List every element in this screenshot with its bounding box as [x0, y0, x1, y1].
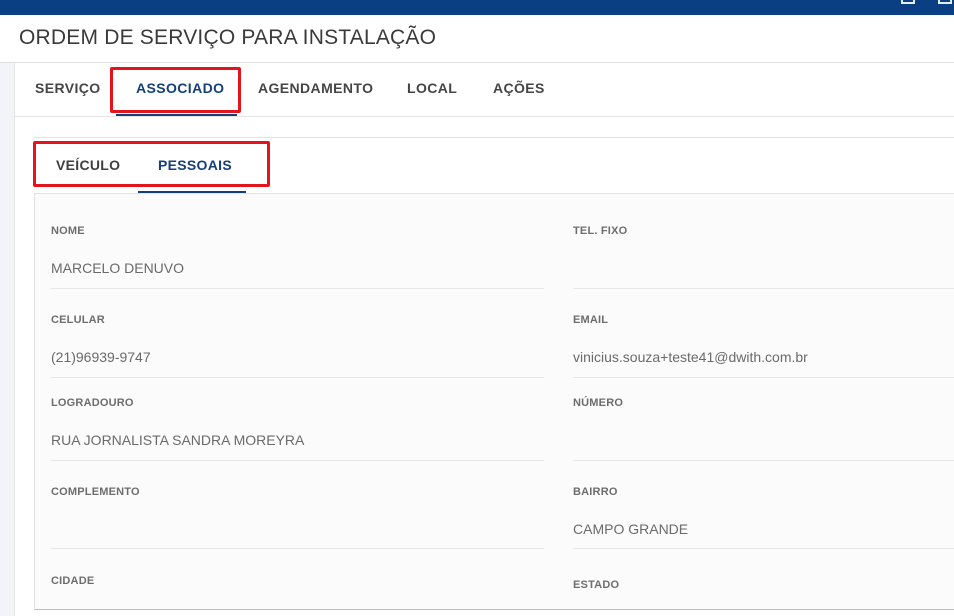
- tab-acoes[interactable]: AÇÕES: [493, 63, 545, 116]
- numero-label: NÚMERO: [573, 397, 624, 409]
- celular-label: CELULAR: [51, 314, 105, 326]
- form-bottom-border: [35, 609, 954, 610]
- tel-fixo-label: TEL. FIXO: [573, 225, 628, 237]
- left-rail: [0, 63, 15, 616]
- bairro-field[interactable]: CAMPO GRANDE: [573, 521, 688, 537]
- bairro-label: BAIRRO: [573, 486, 618, 498]
- nome-label: NOME: [51, 225, 85, 237]
- logradouro-field[interactable]: RUA JORNALISTA SANDRA MOREYRA: [51, 432, 304, 448]
- nome-underline: [51, 288, 544, 289]
- nome-field[interactable]: MARCELO DENUVO: [51, 260, 184, 276]
- estado-label: ESTADO: [573, 579, 620, 591]
- logradouro-underline: [51, 460, 544, 461]
- bairro-underline: [573, 548, 954, 549]
- highlight-box-associado: [110, 67, 241, 113]
- top-bar: [0, 0, 954, 15]
- tab-servico[interactable]: SERVIÇO: [35, 63, 101, 116]
- tab-local[interactable]: LOCAL: [407, 63, 457, 116]
- celular-field[interactable]: (21)96939-9747: [51, 349, 151, 365]
- complemento-underline: [51, 548, 544, 549]
- complemento-label: COMPLEMENTO: [51, 486, 140, 498]
- email-label: EMAIL: [573, 314, 609, 326]
- numero-underline: [573, 460, 954, 461]
- email-field[interactable]: vinicius.souza+teste41@dwith.com.br: [573, 349, 808, 365]
- cidade-label: CIDADE: [51, 575, 95, 587]
- tel-fixo-underline: [573, 288, 954, 289]
- celular-underline: [51, 377, 544, 378]
- logradouro-label: LOGRADOURO: [51, 397, 134, 409]
- page-title: ORDEM DE SERVIÇO PARA INSTALAÇÃO: [19, 26, 437, 49]
- email-underline: [573, 377, 954, 378]
- highlight-box-subtabs: [33, 141, 270, 187]
- active-subtab-indicator: [138, 191, 246, 193]
- active-tab-indicator: [116, 114, 237, 116]
- tab-agendamento[interactable]: AGENDAMENTO: [258, 63, 373, 116]
- window-icon[interactable]: [901, 0, 915, 4]
- close-icon[interactable]: [938, 0, 952, 4]
